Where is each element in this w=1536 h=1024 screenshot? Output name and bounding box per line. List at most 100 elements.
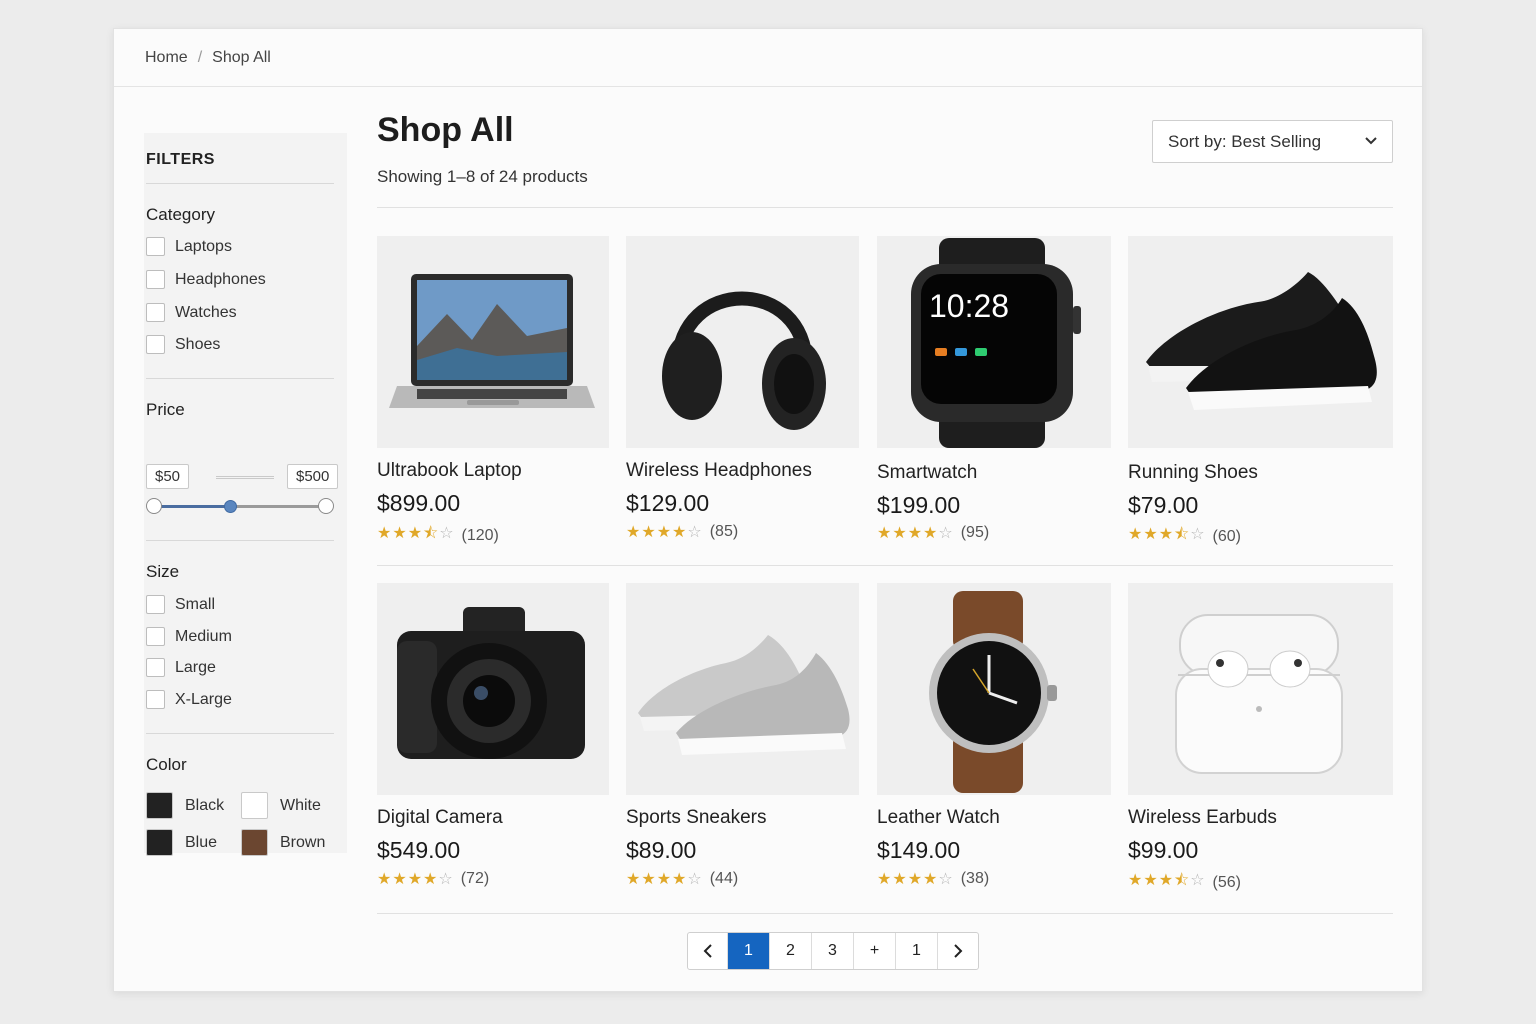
category-option-headphones[interactable]: Headphones: [146, 270, 266, 289]
checkbox[interactable]: [146, 595, 165, 614]
page-button[interactable]: 2: [770, 933, 812, 969]
size-option-small[interactable]: Small: [146, 595, 215, 614]
product-card[interactable]: Wireless Headphones $129.00 ★★★★☆ (85): [626, 236, 859, 541]
page-button[interactable]: 1: [728, 933, 770, 969]
product-name[interactable]: Wireless Earbuds: [1128, 807, 1277, 829]
checkbox[interactable]: [146, 690, 165, 709]
product-count: Showing 1–8 of 24 products: [377, 167, 588, 186]
checkbox-label: Laptops: [175, 237, 232, 255]
category-option-laptops[interactable]: Laptops: [146, 237, 232, 256]
color-option-brown[interactable]: Brown: [241, 829, 325, 856]
divider: [377, 565, 1393, 566]
pagination: 1 2 3 + 1: [687, 932, 979, 970]
price-slider-min-handle[interactable]: [146, 498, 162, 514]
checkbox[interactable]: [146, 335, 165, 354]
divider: [146, 733, 334, 734]
review-count: (95): [960, 524, 990, 541]
price-max-input[interactable]: $500: [287, 464, 339, 489]
price-slider-max-handle[interactable]: [318, 498, 334, 514]
color-label: White: [280, 796, 321, 814]
divider: [146, 183, 334, 184]
chevron-left-icon[interactable]: [688, 933, 728, 969]
breadcrumb: Home / Shop All: [114, 29, 1422, 87]
product-name[interactable]: Ultrabook Laptop: [377, 460, 522, 482]
product-name[interactable]: Digital Camera: [377, 807, 503, 829]
checkbox[interactable]: [146, 270, 165, 289]
review-count: (38): [960, 870, 990, 887]
star-rating-icon: ★★★★☆: [626, 524, 703, 541]
checkbox-label: Small: [175, 595, 216, 613]
smartwatch-image[interactable]: 10:28: [877, 236, 1111, 448]
breadcrumb-separator: /: [197, 48, 203, 66]
price-min-input[interactable]: $50: [146, 464, 190, 489]
product-price: $129.00: [626, 490, 710, 516]
product-card[interactable]: Digital Camera $549.00 ★★★★☆ (72): [377, 583, 609, 888]
camera-image[interactable]: [377, 583, 609, 795]
sort-dropdown[interactable]: Sort by: Best Selling: [1152, 120, 1393, 163]
watch-time: 10:28: [929, 288, 1010, 324]
size-option-x-large[interactable]: X-Large: [146, 690, 232, 709]
price-slider-handle[interactable]: [223, 500, 237, 513]
category-option-shoes[interactable]: Shoes: [146, 335, 220, 354]
filters-sidebar: FILTERS Category Laptops Headphones Watc…: [144, 133, 347, 856]
product-price: $199.00: [877, 492, 961, 518]
product-card[interactable]: Running Shoes $79.00 ★★★⯪☆ (60): [1128, 236, 1393, 545]
color-swatch[interactable]: [241, 792, 268, 819]
checkbox-label: Shoes: [175, 335, 221, 353]
divider: [146, 540, 334, 541]
product-price: $549.00: [377, 837, 461, 863]
checkbox[interactable]: [146, 658, 165, 677]
price-range-dash: [216, 476, 274, 479]
category-heading: Category: [146, 205, 215, 224]
color-swatch[interactable]: [146, 829, 173, 856]
checkbox[interactable]: [146, 237, 165, 256]
star-rating-icon: ★★★⯪☆: [1128, 526, 1206, 543]
size-heading: Size: [146, 562, 180, 581]
page-button[interactable]: +: [854, 933, 896, 969]
review-count: (72): [460, 870, 490, 887]
chevron-right-icon[interactable]: [938, 933, 978, 969]
color-swatch[interactable]: [241, 829, 268, 856]
page-button[interactable]: 3: [812, 933, 854, 969]
headphones-image[interactable]: [626, 236, 859, 448]
leather-watch-image[interactable]: [877, 583, 1111, 795]
color-label: Blue: [185, 833, 218, 851]
sneakers-image[interactable]: [626, 583, 859, 795]
page-title: Shop All: [377, 111, 514, 149]
product-name[interactable]: Running Shoes: [1128, 462, 1258, 484]
product-card[interactable]: 10:28 Smartwatch $199.00 ★★★★☆ (95): [877, 236, 1111, 542]
product-price: $899.00: [377, 490, 461, 516]
size-option-large[interactable]: Large: [146, 658, 216, 677]
color-option-white[interactable]: White: [241, 792, 321, 819]
product-card[interactable]: Ultrabook Laptop $899.00 ★★★⯪☆ (120): [377, 236, 609, 544]
color-heading: Color: [146, 755, 187, 774]
color-option-black[interactable]: Black: [146, 792, 224, 819]
product-rating: ★★★⯪☆ (120): [377, 522, 499, 549]
breadcrumb-home-link[interactable]: Home: [145, 49, 188, 67]
product-rating: ★★★⯪☆ (60): [1128, 523, 1241, 550]
laptop-image[interactable]: [377, 236, 609, 448]
product-price: $149.00: [877, 837, 961, 863]
product-card[interactable]: Leather Watch $149.00 ★★★★☆ (38): [877, 583, 1111, 888]
color-option-blue[interactable]: Blue: [146, 829, 217, 856]
category-option-watches[interactable]: Watches: [146, 303, 237, 322]
product-name[interactable]: Smartwatch: [877, 462, 977, 484]
review-count: (60): [1212, 527, 1241, 545]
checkbox[interactable]: [146, 627, 165, 646]
size-option-medium[interactable]: Medium: [146, 627, 232, 646]
product-name[interactable]: Sports Sneakers: [626, 807, 766, 829]
page-button[interactable]: 1: [896, 933, 938, 969]
product-name[interactable]: Leather Watch: [877, 807, 1000, 829]
color-label: Brown: [280, 833, 326, 851]
product-name[interactable]: Wireless Headphones: [626, 460, 812, 482]
product-card[interactable]: Sports Sneakers $89.00 ★★★★☆ (44): [626, 583, 859, 888]
color-swatch[interactable]: [146, 792, 173, 819]
star-rating-icon: ★★★★☆: [877, 525, 954, 542]
review-count: (56): [1212, 873, 1241, 891]
product-card[interactable]: Wireless Earbuds $99.00 ★★★⯪☆ (56): [1128, 583, 1393, 891]
earbuds-image[interactable]: [1128, 583, 1393, 795]
running-shoes-image[interactable]: [1128, 236, 1393, 448]
price-slider[interactable]: [146, 498, 334, 514]
color-label: Black: [185, 796, 225, 814]
checkbox[interactable]: [146, 303, 165, 322]
